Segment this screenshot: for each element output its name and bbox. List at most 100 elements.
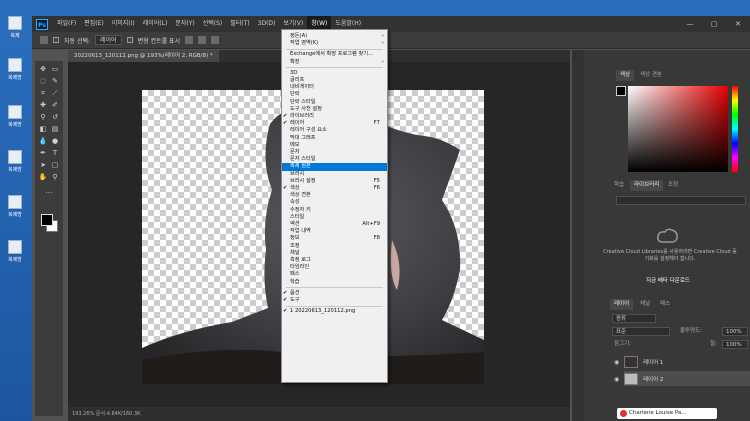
blur-tool-icon[interactable]: 💧 [38, 137, 48, 146]
crop-tool-icon[interactable]: ⌗ [38, 89, 48, 98]
hue-slider[interactable] [732, 86, 738, 172]
align-left-icon[interactable] [185, 36, 194, 44]
tab-libraries[interactable]: 라이브러리 [630, 180, 664, 191]
window-menu-item[interactable]: 브러시 [282, 171, 387, 178]
fill-input[interactable]: 100% [722, 340, 748, 349]
color-fg-swatch[interactable] [616, 86, 626, 96]
desktop-shortcut[interactable]: 복제방 [2, 105, 28, 135]
window-menu-item[interactable]: 패스 [282, 271, 387, 278]
tab-paths[interactable]: 패스 [656, 299, 674, 310]
auto-select-checkbox[interactable] [53, 37, 59, 43]
menu-item[interactable]: 파일(F) [53, 16, 80, 32]
window-menu-item[interactable]: Exchange에서 확장 프로그램 찾기... [282, 51, 387, 58]
clone-stamp-icon[interactable]: ⚲ [38, 113, 48, 122]
window-menu-item[interactable]: 레이어 구성 요소 [282, 127, 387, 134]
menu-item-label: 색상 [290, 185, 300, 191]
align-center-icon[interactable] [198, 36, 207, 44]
document-tab[interactable]: 20220613_120112.png @ 193%(레이어 2, RGB/8)… [68, 50, 219, 62]
window-menu-item[interactable]: 단락 [282, 91, 387, 98]
type-tool-icon[interactable]: T [50, 149, 60, 158]
layer-row-selected[interactable]: 레이어 2 [624, 371, 750, 386]
menu-item[interactable]: 필터(T) [226, 16, 253, 32]
align-right-icon[interactable] [211, 36, 220, 44]
menu-item[interactable]: 이미지(I) [108, 16, 139, 32]
cc-download-link[interactable]: 지금 베타 다운로드 [586, 276, 750, 284]
window-menu-item[interactable]: 도구 사전 설정 [282, 106, 387, 113]
window-menu-item[interactable]: 복제 원본 [282, 163, 387, 171]
path-select-icon[interactable]: ➤ [38, 161, 48, 170]
window-menu-item[interactable]: 막대 그래프 [282, 135, 387, 142]
marquee-tool-icon[interactable]: ▭ [50, 65, 60, 74]
eyedropper-tool-icon[interactable]: ⟋ [50, 89, 60, 98]
window-menu-item[interactable]: 확장 › [282, 59, 387, 66]
desktop-shortcut[interactable]: 복제방 [2, 150, 28, 180]
gradient-tool-icon[interactable]: ▤ [50, 125, 60, 134]
menu-item[interactable]: 선택(S) [199, 16, 227, 32]
shortcut-label: F7 [373, 120, 380, 127]
move-tool-icon[interactable] [40, 36, 48, 44]
visibility-eye-icon[interactable]: ◉ [614, 359, 619, 366]
checkmark-icon: ✔ [283, 297, 288, 303]
pen-tool-icon[interactable]: ✒ [38, 149, 48, 158]
desktop-shortcut[interactable]: 복제방 [2, 58, 28, 88]
tools-panel: ✥ ▭ ◌ ✎ ⌗ ⟋ ✚ ✐ ⚲ ↺ ◧ ▤ 💧 ● ✒ T ➤ ▢ ✋ ⚲ … [35, 61, 63, 416]
window-menu-item[interactable]: 옵션 ✔ [282, 290, 387, 297]
tab-learn[interactable]: 학습 [610, 180, 628, 191]
history-brush-icon[interactable]: ↺ [50, 113, 60, 122]
checkmark-icon: ✔ [283, 113, 288, 119]
menu-item[interactable]: 편집(E) [80, 16, 108, 32]
window-menu-item[interactable]: 작업 영역(K) › [282, 40, 387, 47]
opacity-input[interactable]: 100% [722, 327, 748, 336]
window-menu-item[interactable]: 단락 스타일 [282, 99, 387, 106]
zoom-tool-icon[interactable]: ⚲ [50, 173, 60, 182]
menu-item[interactable]: 레이어(L) [139, 16, 172, 32]
lasso-tool-icon[interactable]: ◌ [38, 77, 48, 86]
dodge-tool-icon[interactable]: ● [50, 137, 60, 146]
window-menu-item[interactable]: 채널 [282, 250, 387, 257]
hand-tool-icon[interactable]: ✋ [38, 173, 48, 182]
menu-bar: Ps 파일(F) 편집(E) 이미지(I) 레이어(L) 문자(Y) 선택(S) 필터(T)… [32, 16, 750, 32]
tab-swatches[interactable]: 색상 견본 [636, 70, 666, 81]
library-search[interactable] [616, 196, 746, 205]
window-menu-item[interactable]: 메모 [282, 142, 387, 149]
auto-select-target-dropdown[interactable]: 레이어 [95, 35, 122, 45]
tab-color[interactable]: 색상 [616, 70, 635, 81]
desktop-shortcut[interactable]: 복제 [2, 16, 28, 46]
window-menu-item[interactable]: 학습 [282, 279, 387, 286]
transform-controls-checkbox[interactable] [126, 37, 133, 43]
opacity-label: 불투명도: [680, 328, 703, 334]
quick-select-tool-icon[interactable]: ✎ [50, 77, 60, 86]
move-tool-icon[interactable]: ✥ [38, 65, 48, 74]
healing-brush-icon[interactable]: ✚ [38, 101, 48, 110]
tab-layers[interactable]: 레이어 [610, 299, 634, 310]
window-menu-item[interactable]: 스타일 [282, 214, 387, 221]
window-menu-item[interactable]: 1 20220613_120112.png ✔ [282, 308, 387, 315]
window-menu-item[interactable]: 3D [282, 70, 387, 77]
tab-adjustments[interactable]: 조정 [664, 180, 682, 191]
more-tools-icon[interactable]: … [44, 187, 54, 196]
taskbar-notification[interactable]: Charlene Louise Pa... [617, 408, 717, 419]
window-menu-item[interactable]: 정보 F8 [282, 235, 387, 242]
visibility-eye-icon[interactable]: ◉ [614, 376, 619, 383]
menu-item[interactable]: 문자(Y) [171, 16, 198, 32]
foreground-color-swatch[interactable] [41, 214, 53, 226]
window-menu-item[interactable]: 속성 [282, 199, 387, 206]
blend-mode-select[interactable]: 표준 [612, 327, 670, 336]
desktop-shortcut[interactable]: 복제방 [2, 240, 28, 270]
color-picker-field[interactable] [628, 86, 728, 172]
brush-tool-icon[interactable]: ✐ [50, 101, 60, 110]
window-menu-item[interactable]: 도구 ✔ [282, 297, 387, 304]
close-icon[interactable]: ✕ [726, 16, 750, 32]
shape-tool-icon[interactable]: ▢ [50, 161, 60, 170]
tab-channels[interactable]: 채널 [636, 299, 654, 310]
maximize-icon[interactable]: ▢ [702, 16, 726, 32]
eraser-tool-icon[interactable]: ◧ [38, 125, 48, 134]
window-menu-item[interactable]: 조정 [282, 243, 387, 250]
window-menu-item[interactable]: 수정자 키 [282, 207, 387, 214]
menu-item[interactable]: 3D(D) [254, 16, 280, 32]
desktop-shortcut[interactable]: 복제방 [2, 195, 28, 225]
minimize-icon[interactable]: — [678, 16, 702, 32]
layer-row[interactable]: 레이어 1 [624, 354, 750, 369]
layer-kind-filter[interactable]: 종류 [612, 314, 656, 323]
window-menu-item[interactable]: 브러시 설정 F5 [282, 178, 387, 185]
